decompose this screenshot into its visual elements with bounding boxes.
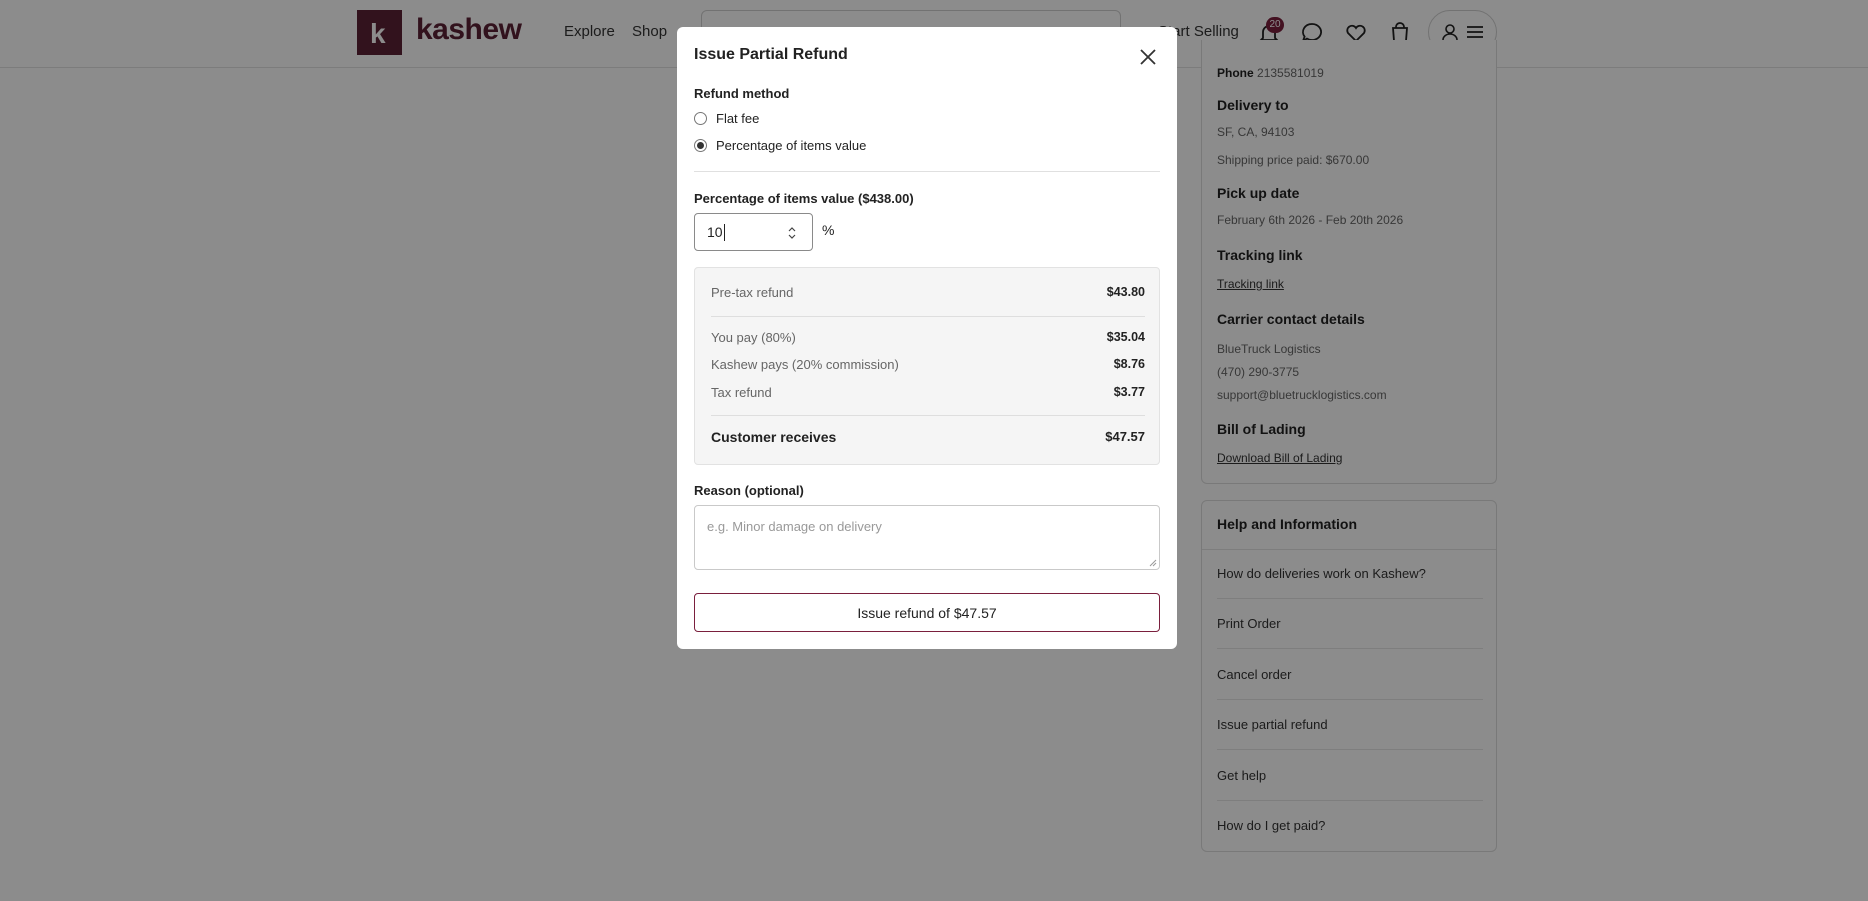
number-spinner-icon[interactable]	[786, 223, 798, 243]
percent-unit: %	[822, 222, 835, 238]
resize-handle-icon[interactable]	[1149, 559, 1157, 567]
radio-button-checked[interactable]	[694, 138, 707, 152]
kashew-pays-value: $8.76	[1113, 357, 1145, 371]
customer-receives-row: Customer receives $47.57	[711, 429, 1145, 445]
tax-refund-value: $3.77	[1113, 385, 1145, 399]
close-button[interactable]	[1137, 46, 1159, 68]
you-pay-label: You pay (80%)	[711, 330, 796, 345]
radio-flat-fee-label: Flat fee	[716, 110, 760, 126]
summary-divider	[711, 316, 1145, 317]
customer-receives-label: Customer receives	[711, 429, 837, 445]
reason-textarea[interactable]: e.g. Minor damage on delivery	[694, 505, 1160, 570]
you-pay-value: $35.04	[1106, 330, 1145, 344]
partial-refund-modal: Issue Partial Refund Refund method Flat …	[677, 27, 1177, 649]
summary-divider	[711, 415, 1145, 416]
you-pay-row: You pay (80%) $35.04	[711, 330, 1145, 345]
percentage-input-value: 10	[707, 224, 723, 240]
divider	[694, 171, 1160, 172]
reason-label: Reason (optional)	[694, 483, 804, 498]
customer-receives-value: $47.57	[1105, 429, 1145, 444]
percentage-label: Percentage of items value ($438.00)	[694, 191, 914, 206]
radio-percentage-label: Percentage of items value	[716, 137, 867, 153]
refund-summary: Pre-tax refund $43.80 You pay (80%) $35.…	[694, 267, 1160, 465]
pretax-refund-row: Pre-tax refund $43.80	[711, 285, 1145, 300]
radio-button[interactable]	[694, 111, 707, 125]
percentage-input[interactable]: 10	[694, 213, 813, 251]
pretax-refund-label: Pre-tax refund	[711, 285, 794, 300]
issue-refund-button[interactable]: Issue refund of $47.57	[694, 593, 1160, 632]
modal-title: Issue Partial Refund	[694, 46, 848, 63]
tax-refund-row: Tax refund $3.77	[711, 385, 1145, 400]
refund-method-label: Refund method	[694, 86, 790, 101]
close-icon	[1140, 49, 1156, 65]
text-caret	[724, 224, 725, 241]
kashew-pays-label: Kashew pays (20% commission)	[711, 357, 899, 372]
radio-flat-fee[interactable]: Flat fee	[694, 109, 759, 127]
radio-percentage[interactable]: Percentage of items value	[694, 136, 866, 154]
tax-refund-label: Tax refund	[711, 385, 772, 400]
pretax-refund-value: $43.80	[1106, 285, 1145, 299]
reason-placeholder: e.g. Minor damage on delivery	[707, 519, 882, 534]
kashew-pays-row: Kashew pays (20% commission) $8.76	[711, 357, 1145, 372]
